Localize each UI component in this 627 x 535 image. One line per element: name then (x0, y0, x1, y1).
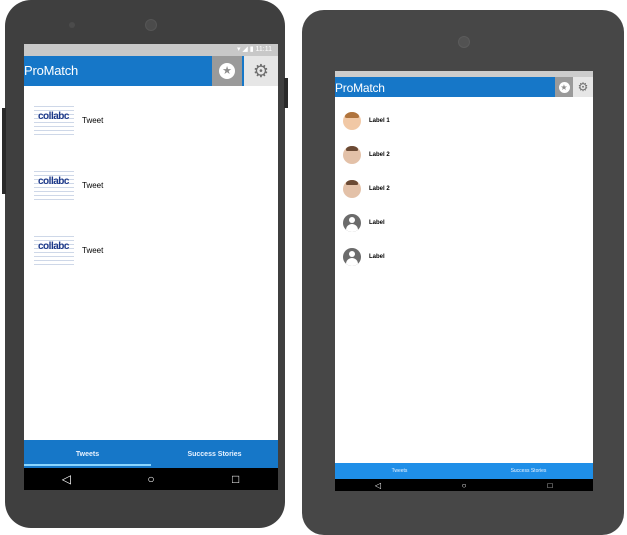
phone-app-title: ProMatch (24, 63, 79, 78)
thumbnail-word: collabc (38, 241, 69, 252)
avatar-hair (346, 146, 358, 151)
list-item-label: Label 1 (369, 118, 390, 124)
list-item[interactable]: Label 2 (343, 143, 390, 167)
avatar-hair (346, 180, 358, 185)
list-item-label: Label (369, 220, 385, 226)
tweet-thumbnail: collabc (34, 233, 74, 267)
list-item-label: Label 2 (369, 186, 390, 192)
person-icon (343, 248, 361, 266)
home-icon[interactable]: ○ (454, 481, 474, 490)
back-icon[interactable]: ◁ (56, 472, 76, 486)
settings-button[interactable]: ⚙ (244, 56, 278, 86)
gear-icon: ⚙ (577, 80, 589, 94)
person-icon-body (346, 224, 358, 232)
settings-button[interactable]: ⚙ (573, 77, 593, 97)
tweet-label: Tweet (82, 245, 104, 255)
tablet-camera (458, 36, 470, 48)
person-icon-body (346, 258, 358, 266)
person-icon-head (349, 217, 355, 223)
person-icon-head (349, 251, 355, 257)
list-item[interactable]: Label 1 (343, 109, 390, 133)
star-button[interactable]: ★ (212, 56, 242, 86)
phone-bottom-tabs: Tweets Success Stories (24, 440, 278, 468)
photo-avatar (343, 180, 361, 198)
tablet-bottom-tabs: Tweets Success Stories (335, 463, 593, 479)
phone-side-button-left (2, 108, 6, 194)
phone-screen: ▾ ◢ ▮ 11:11 ProMatch ★ ⚙ collabc Tweet c… (24, 44, 278, 490)
tweet-label: Tweet (82, 180, 104, 190)
phone-status-bar: ▾ ◢ ▮ 11:11 (24, 44, 278, 56)
phone-device: ▾ ◢ ▮ 11:11 ProMatch ★ ⚙ collabc Tweet c… (2, 0, 288, 528)
tablet-screen: ProMatch ★ ⚙ Label 1 Label 2 Label 2 Lab… (335, 71, 593, 491)
tablet-device: ProMatch ★ ⚙ Label 1 Label 2 Label 2 Lab… (302, 10, 624, 535)
thumbnail-word: collabc (38, 176, 69, 187)
list-item-label: Label 2 (369, 152, 390, 158)
recents-icon[interactable]: □ (226, 472, 246, 486)
tab-tweets[interactable]: Tweets (24, 440, 151, 468)
phone-tweet-list: collabc Tweet collabc Tweet collabc Twee… (24, 86, 278, 438)
tweet-item[interactable]: collabc Tweet (34, 230, 103, 270)
thumbnail-word: collabc (38, 111, 69, 122)
photo-avatar (343, 112, 361, 130)
back-icon[interactable]: ◁ (368, 481, 388, 490)
phone-camera (145, 19, 157, 31)
tab-success-stories[interactable]: Success Stories (151, 440, 278, 468)
gear-icon: ⚙ (252, 61, 270, 81)
tab-tweets[interactable]: Tweets (335, 463, 464, 479)
tablet-nav-bar: ◁ ○ □ (335, 479, 593, 491)
list-item[interactable]: Label (343, 245, 385, 269)
photo-avatar (343, 146, 361, 164)
list-item[interactable]: Label 2 (343, 177, 390, 201)
tab-success-stories[interactable]: Success Stories (464, 463, 593, 479)
person-icon (343, 214, 361, 232)
phone-side-button-right (284, 78, 288, 108)
tweet-item[interactable]: collabc Tweet (34, 100, 103, 140)
tweet-thumbnail: collabc (34, 168, 74, 202)
avatar-hair (345, 112, 359, 118)
star-icon: ★ (558, 81, 570, 93)
home-icon[interactable]: ○ (141, 472, 161, 486)
tablet-people-list: Label 1 Label 2 Label 2 Label Label (343, 109, 583, 409)
tweet-item[interactable]: collabc Tweet (34, 165, 103, 205)
recents-icon[interactable]: □ (540, 481, 560, 490)
phone-nav-bar: ◁ ○ □ (24, 468, 278, 490)
tweet-label: Tweet (82, 115, 104, 125)
star-button[interactable]: ★ (555, 77, 573, 97)
list-item-label: Label (369, 254, 385, 260)
tablet-app-bar: ProMatch ★ ⚙ (335, 77, 593, 97)
phone-app-bar: ProMatch ★ ⚙ (24, 56, 278, 86)
list-item[interactable]: Label (343, 211, 385, 235)
phone-speaker (69, 22, 75, 28)
tweet-thumbnail: collabc (34, 103, 74, 137)
star-icon: ★ (219, 63, 235, 79)
tablet-app-title: ProMatch (335, 81, 385, 95)
